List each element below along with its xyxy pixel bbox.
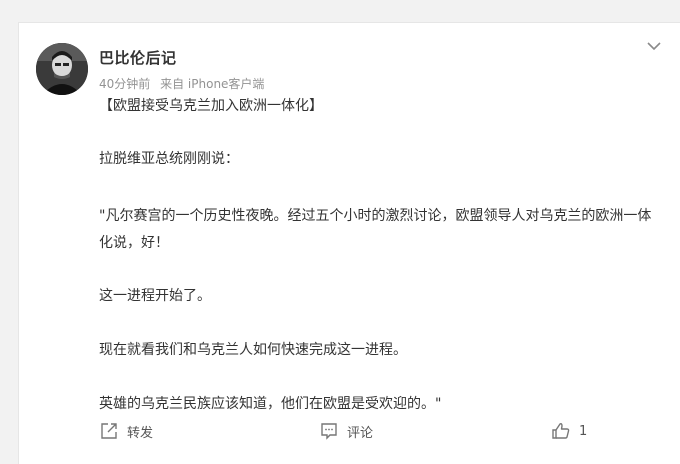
post-time[interactable]: 40分钟前	[99, 77, 150, 91]
like-button[interactable]: 1	[551, 419, 587, 443]
avatar-image	[36, 43, 88, 95]
like-count: 1	[579, 423, 588, 439]
post-paragraph: 这一进程开始了。	[99, 288, 211, 304]
repost-button[interactable]: 转发	[99, 419, 153, 443]
comment-button[interactable]: 评论	[319, 419, 373, 443]
thumbs-up-icon	[552, 423, 570, 439]
chevron-down-icon[interactable]	[645, 37, 663, 55]
post-paragraph: 拉脱维亚总统刚刚说：	[99, 151, 239, 167]
comment-label: 评论	[347, 425, 374, 441]
post-paragraph: 英雄的乌克兰民族应该知道，他们在欧盟是受欢迎的。"	[99, 396, 442, 412]
post-paragraph: "凡尔赛宫的一个历史性夜晚。经过五个小时的激烈讨论，欧盟领导人对乌克兰的欧洲一体…	[99, 208, 652, 251]
repost-label: 转发	[127, 425, 154, 441]
post-action-bar: 转发 评论 1	[19, 419, 680, 449]
post-title: 【欧盟接受乌克兰加入欧洲一体化】	[99, 98, 323, 114]
post-card: 巴比伦后记 40分钟前 来自 iPhone客户端 【欧盟接受乌克兰加入欧洲一体化…	[18, 22, 680, 464]
post-source: 来自 iPhone客户端	[160, 77, 265, 91]
comment-icon	[321, 423, 337, 440]
top-background-strip	[0, 0, 680, 10]
share-icon	[101, 423, 117, 439]
post-content: 【欧盟接受乌克兰加入欧洲一体化】 拉脱维亚总统刚刚说： "凡尔赛宫的一个历史性夜…	[99, 95, 659, 416]
post-meta: 40分钟前 来自 iPhone客户端	[99, 75, 264, 92]
avatar[interactable]	[36, 43, 88, 95]
author-name[interactable]: 巴比伦后记	[99, 47, 177, 68]
post-paragraph: 现在就看我们和乌克兰人如何快速完成这一进程。	[99, 342, 407, 358]
